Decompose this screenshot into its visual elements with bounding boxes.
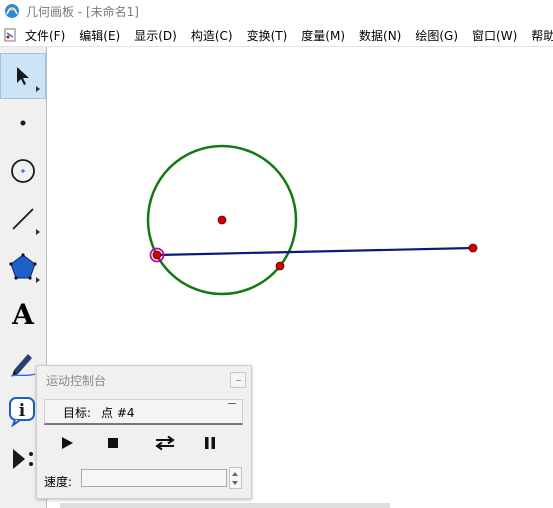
polygon-tool-icon [9,253,37,280]
minimize-button[interactable] [230,372,246,388]
menu-graph[interactable]: 绘图(G) [415,27,458,44]
circle-tool-icon [11,159,35,183]
pause-button[interactable] [196,432,224,454]
reverse-button[interactable] [151,432,179,454]
spin-down-icon[interactable] [232,481,238,485]
collapse-icon[interactable] [228,403,236,404]
app-logo-icon [5,4,19,18]
line-tool-icon [12,208,34,230]
tool-arrow[interactable] [0,53,46,99]
menu-display[interactable]: 显示(D) [134,27,177,44]
speed-spinner[interactable] [229,467,242,489]
point-on-circle-2[interactable] [275,261,285,271]
motion-controller: 运动控制台 目标: 点 #4 速度: [36,365,252,499]
menu-window[interactable]: 窗口(W) [472,27,517,44]
menu-transform[interactable]: 变换(T) [247,27,288,44]
spin-up-icon[interactable] [232,472,238,476]
menu-measure[interactable]: 度量(M) [301,27,345,44]
target-label: 目标: [63,406,92,420]
target-value: 点 #4 [101,406,135,420]
target-selector[interactable]: 目标: 点 #4 [44,399,243,425]
document-icon[interactable] [3,28,17,42]
tool-point[interactable] [1,101,45,145]
tool-text[interactable]: A [1,293,45,337]
marker-tool-icon [10,354,36,377]
segment-endpoint[interactable] [468,243,478,253]
menu-help[interactable]: 帮助(H) [531,27,553,44]
reverse-direction-icon [155,435,175,451]
stop-icon [108,438,118,448]
speed-label: 速度: [44,475,73,489]
tool-polygon[interactable] [1,245,45,289]
play-button[interactable] [53,432,81,454]
pause-icon [205,437,215,449]
play-icon [62,437,73,449]
point-tool-icon [20,120,26,126]
point-on-circle[interactable] [152,250,162,260]
text-tool-icon: A [12,298,34,331]
menu-edit[interactable]: 编辑(E) [79,27,120,44]
tool-compass[interactable] [1,149,45,193]
menu-bar: 文件(F) 编辑(E) 显示(D) 构造(C) 变换(T) 度量(M) 数据(N… [0,24,553,47]
custom-tool-icon [13,449,33,469]
speed-input[interactable] [81,469,227,487]
menu-construct[interactable]: 构造(C) [191,27,233,44]
motion-controller-title: 运动控制台 [46,374,107,388]
arrow-select-icon [17,67,29,85]
info-tool-icon: i [9,397,35,427]
title-bar: 几何画板 - [未命名1] [0,0,553,22]
horizontal-scrollbar[interactable] [60,503,390,508]
svg-text:i: i [19,401,26,421]
stop-button[interactable] [99,432,127,454]
menu-file[interactable]: 文件(F) [25,27,65,44]
tool-line[interactable] [1,197,45,241]
menu-data[interactable]: 数据(N) [359,27,401,44]
center-point[interactable] [217,215,227,225]
window-title: 几何画板 - [未命名1] [26,4,139,19]
segment[interactable] [156,246,474,257]
